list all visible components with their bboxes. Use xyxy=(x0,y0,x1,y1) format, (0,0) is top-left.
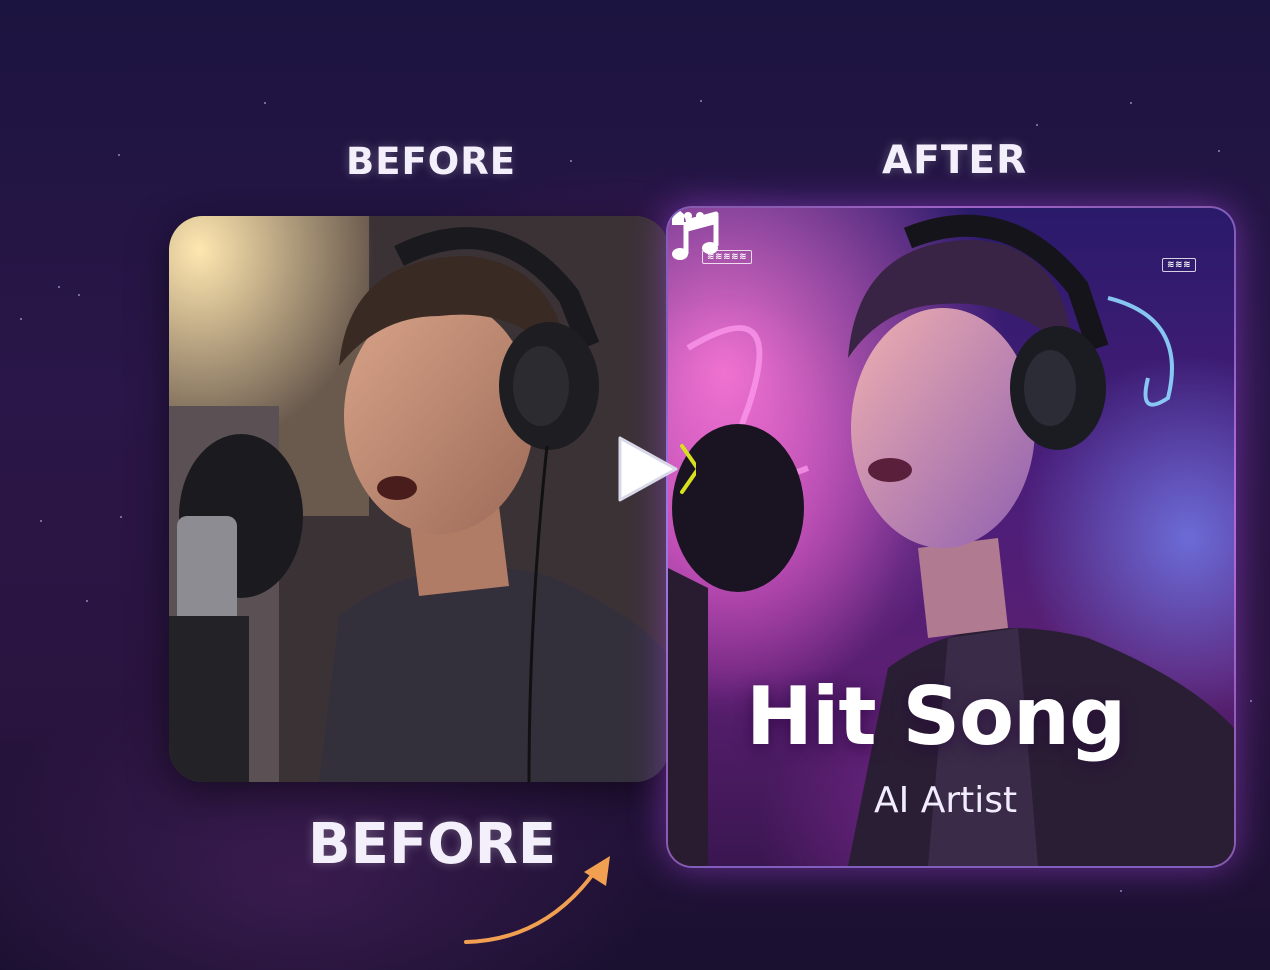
album-title: Hit Song xyxy=(746,670,1126,763)
before-heading: BEFORE xyxy=(346,140,516,183)
after-heading: AFTER xyxy=(882,138,1028,183)
album-artist: AI Artist xyxy=(874,780,1018,821)
transition-arrow-icon xyxy=(618,436,696,502)
curved-arrow-icon xyxy=(464,856,610,944)
parental-advisory-badge: ≋≋≋ xyxy=(1162,258,1197,272)
before-photo xyxy=(169,216,669,782)
album-cover: ≋≋≋≋≋ ≋≋≋ Hit Song AI Artist xyxy=(666,206,1236,868)
more-options-icon[interactable] xyxy=(668,208,708,224)
